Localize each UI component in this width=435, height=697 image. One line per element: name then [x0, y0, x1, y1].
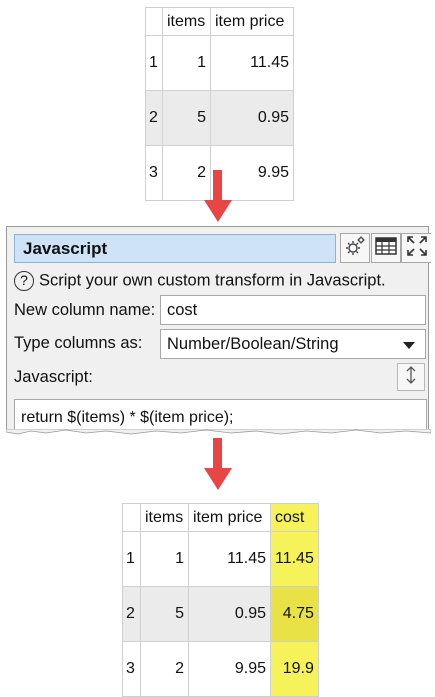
cell-items[interactable]: 5 — [162, 90, 211, 146]
cell-items[interactable]: 2 — [140, 641, 189, 697]
row-number: 3 — [122, 641, 141, 697]
chevron-down-icon — [403, 342, 415, 349]
cell-item-price[interactable]: 9.95 — [188, 641, 271, 697]
down-arrow-icon — [204, 438, 232, 490]
column-header-cost[interactable]: cost — [270, 503, 319, 532]
gear-icon — [344, 235, 366, 262]
code-text: return $(items) * $(item price); — [21, 409, 234, 426]
javascript-label: Javascript: — [14, 368, 93, 386]
cell-cost[interactable]: 11.45 — [270, 531, 319, 587]
column-header-items[interactable]: items — [162, 7, 211, 36]
type-columns-value: Number/Boolean/String — [167, 335, 339, 353]
row-number: 3 — [145, 145, 163, 201]
row-number: 1 — [145, 35, 163, 91]
type-columns-label: Type columns as: — [14, 334, 143, 352]
row-number: 2 — [122, 586, 141, 642]
column-header-item-price[interactable]: item price — [188, 503, 271, 532]
row-number: 1 — [122, 531, 141, 587]
maximize-button[interactable] — [401, 233, 431, 263]
help-icon[interactable]: ? — [14, 271, 34, 291]
table-row: 3 2 9.95 19.9 — [122, 641, 319, 697]
cell-items[interactable]: 5 — [140, 586, 189, 642]
cell-item-price[interactable]: 0.95 — [188, 586, 271, 642]
table-header-row: items item price — [145, 7, 294, 36]
expand-icon — [406, 235, 428, 262]
column-header-items[interactable]: items — [140, 503, 189, 532]
table-icon — [375, 236, 397, 261]
resize-editor-button[interactable] — [397, 363, 425, 391]
type-columns-select[interactable]: Number/Boolean/String — [160, 329, 426, 359]
javascript-transform-panel: Javascript ? Script your own custom tran… — [6, 226, 431, 432]
cell-item-price[interactable]: 11.45 — [188, 531, 271, 587]
help-text: Script your own custom transform in Java… — [39, 271, 386, 290]
table-row: 1 1 11.45 — [145, 35, 294, 91]
cell-items[interactable]: 1 — [162, 35, 211, 91]
cell-item-price[interactable]: 0.95 — [210, 90, 294, 146]
new-column-label: New column name: — [14, 301, 156, 319]
panel-title[interactable]: Javascript — [14, 234, 336, 263]
settings-button[interactable] — [340, 233, 370, 263]
cell-cost[interactable]: 19.9 — [270, 641, 319, 697]
cell-cost[interactable]: 4.75 — [270, 586, 319, 642]
javascript-code-editor[interactable]: return $(items) * $(item price); — [14, 399, 427, 432]
table-header-row: items item price cost — [122, 503, 319, 532]
row-number: 2 — [145, 90, 163, 146]
cell-items[interactable]: 1 — [140, 531, 189, 587]
data-table-button[interactable] — [371, 233, 401, 263]
cell-item-price[interactable]: 11.45 — [210, 35, 294, 91]
corner-cell — [122, 503, 141, 532]
corner-cell — [145, 7, 163, 36]
table-row: 2 5 0.95 — [145, 90, 294, 146]
table-row: 2 5 0.95 4.75 — [122, 586, 319, 642]
down-arrow-icon — [204, 170, 232, 222]
new-column-name-input[interactable]: cost — [160, 295, 426, 325]
resize-icon — [405, 365, 417, 390]
table-row: 1 1 11.45 11.45 — [122, 531, 319, 587]
help-row: ? Script your own custom transform in Jav… — [14, 271, 386, 291]
output-table: items item price cost 1 1 11.45 11.45 2 … — [122, 503, 319, 697]
column-header-item-price[interactable]: item price — [210, 7, 294, 36]
torn-edge — [6, 429, 431, 435]
